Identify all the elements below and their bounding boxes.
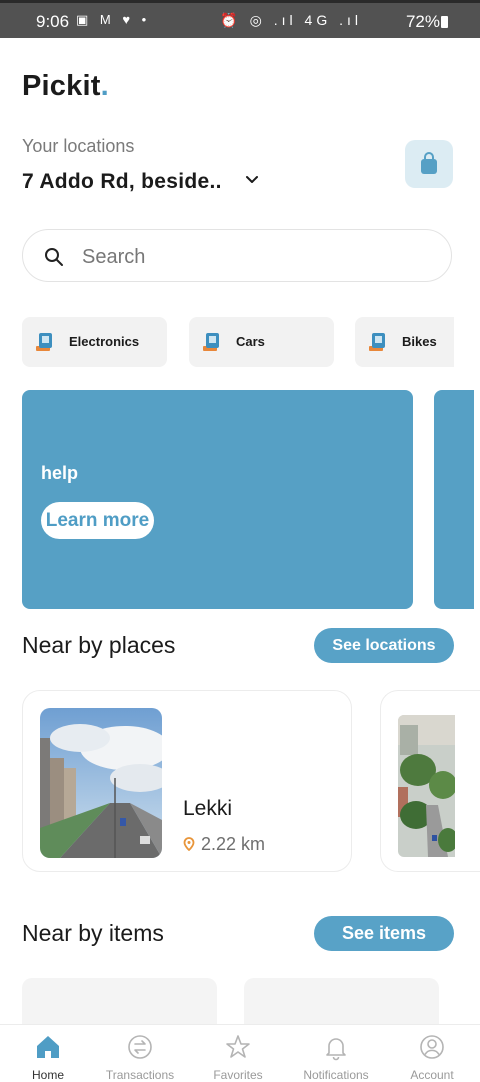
- location-selector[interactable]: 7 Addo Rd, beside..: [22, 170, 222, 194]
- place-photo: [40, 708, 162, 858]
- chevron-down-icon[interactable]: [245, 173, 259, 187]
- category-cars-icon: [203, 333, 219, 351]
- learn-more-button[interactable]: Learn more: [41, 502, 154, 539]
- see-locations-button[interactable]: See locations: [314, 628, 454, 663]
- place-card-next[interactable]: [380, 690, 480, 872]
- battery-icon: [441, 16, 448, 28]
- place-card[interactable]: Lekki 2.22 km: [22, 690, 352, 872]
- shopping-bag-icon: [421, 152, 437, 174]
- category-label: Bikes: [402, 334, 437, 349]
- transactions-icon: [128, 1035, 152, 1059]
- place-distance: 2.22 km: [201, 834, 266, 854]
- nav-label: Transactions: [105, 1068, 175, 1082]
- nav-favorites[interactable]: Favorites: [190, 1025, 286, 1082]
- promo-banner-next[interactable]: [434, 390, 474, 609]
- place-name: Lekki: [183, 797, 233, 820]
- category-label: Cars: [236, 334, 265, 349]
- category-electronics[interactable]: Electronics: [22, 317, 167, 367]
- category-electronics-icon: [36, 333, 52, 351]
- search-bar[interactable]: [22, 229, 452, 282]
- logo-dot: .: [100, 70, 109, 102]
- nav-label: Favorites: [213, 1068, 263, 1082]
- account-icon: [420, 1035, 444, 1059]
- cart-button[interactable]: [405, 140, 453, 188]
- notification-icons: ▣ M ♥ •: [76, 12, 151, 27]
- nav-label: Notifications: [303, 1068, 369, 1082]
- search-icon: [45, 248, 63, 266]
- nav-label: Home: [31, 1068, 64, 1082]
- location-pin-icon: [183, 837, 195, 851]
- location-label: Your locations: [22, 136, 135, 156]
- promo-banner[interactable]: help Learn more: [22, 390, 413, 609]
- bottom-navigation: Home Transactions Favorites Notification…: [0, 1024, 480, 1082]
- nav-label: Account: [410, 1068, 454, 1082]
- nav-home[interactable]: Home: [0, 1025, 96, 1082]
- battery-level: 72%: [405, 12, 440, 31]
- status-bar: 9:06 ▣ M ♥ • ⏰ ◎ .ıl 4G .ıl 72%: [0, 0, 480, 38]
- category-cars[interactable]: Cars: [189, 317, 334, 367]
- system-icons: ⏰ ◎ .ıl 4G .ıl: [220, 12, 362, 28]
- nearby-items-title: Near by items: [22, 920, 164, 946]
- category-bikes-icon: [369, 333, 385, 351]
- place-photo: [398, 715, 455, 857]
- nav-account[interactable]: Account: [384, 1025, 480, 1082]
- home-icon: [37, 1036, 59, 1058]
- nav-transactions[interactable]: Transactions: [92, 1025, 188, 1082]
- app-logo: Pickit.: [22, 70, 109, 103]
- star-icon: [226, 1035, 250, 1058]
- status-time: 9:06: [36, 12, 70, 31]
- nav-notifications[interactable]: Notifications: [288, 1025, 384, 1082]
- bell-icon: [326, 1038, 346, 1061]
- category-label: Electronics: [69, 334, 140, 349]
- nearby-places-title: Near by places: [22, 632, 176, 658]
- logo-text: Pickit: [22, 70, 101, 102]
- see-items-button[interactable]: See items: [314, 916, 454, 951]
- category-bikes[interactable]: Bikes: [355, 317, 454, 367]
- banner-title: help: [41, 463, 79, 483]
- search-input[interactable]: [80, 242, 384, 272]
